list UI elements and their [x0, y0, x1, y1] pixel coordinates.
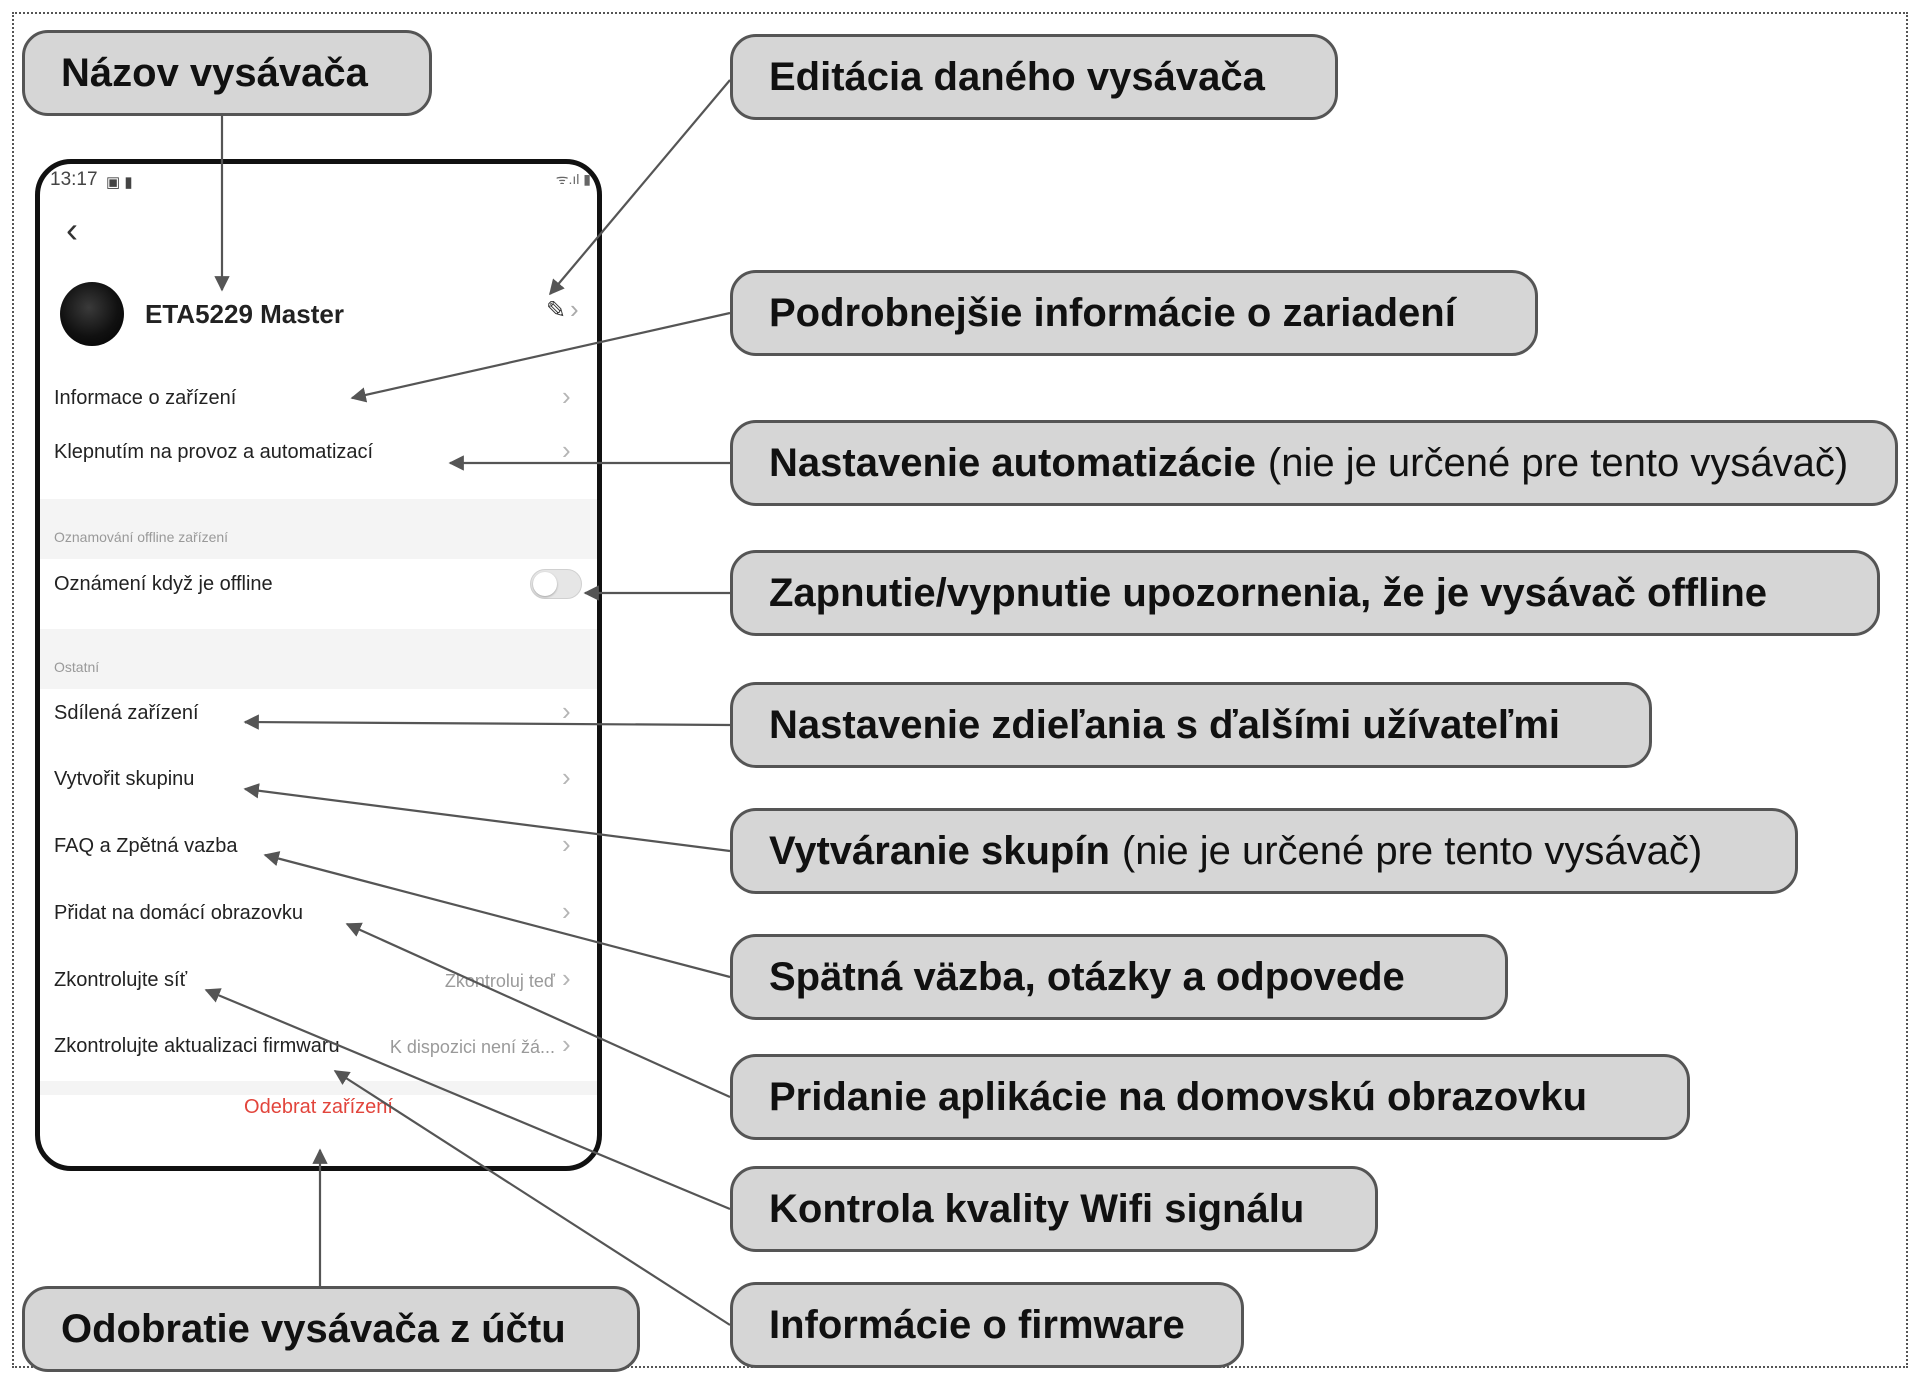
edit-pencil-icon[interactable]: ✎: [546, 296, 566, 325]
chevron-right-icon[interactable]: ›: [570, 294, 579, 325]
callout-automation: Nastavenie automatizácie (nie je určené p…: [730, 420, 1898, 506]
row-label: FAQ a Zpětná vazba: [54, 835, 238, 857]
offline-toggle[interactable]: [530, 569, 582, 599]
row-faq[interactable]: FAQ a Zpětná vazba ›: [40, 815, 597, 881]
chevron-right-icon: ›: [562, 762, 571, 792]
callout-homescreen: Pridanie aplikácie na domovskú obrazovku: [730, 1054, 1690, 1140]
remove-device-button[interactable]: Odebrat zařízení: [40, 1096, 597, 1119]
chevron-right-icon: ›: [562, 1029, 571, 1059]
row-label: Zkontrolujte aktualizaci firmwaru: [54, 1035, 340, 1057]
toggle-knob: [533, 572, 557, 596]
row-label: Zkontrolujte síť: [54, 969, 188, 991]
section-caption: Oznamování offline zařízení: [54, 529, 229, 545]
callout-text: Kontrola kvality Wifi signálu: [769, 1186, 1305, 1231]
device-name: ETA5229 Master: [145, 299, 344, 329]
phone-screenshot: 13:17 ▣ ▮ ᯤ.ıl ▮ ‹ ETA5229 Master ✎ › In…: [35, 159, 602, 1171]
callout-edit: Editácia daného vysávača: [730, 34, 1338, 120]
callout-text: Vytváranie skupín: [769, 828, 1110, 873]
callout-wifi: Kontrola kvality Wifi signálu: [730, 1166, 1378, 1252]
row-automation[interactable]: Klepnutím na provoz a automatizací ›: [40, 421, 597, 487]
chevron-right-icon: ›: [562, 829, 571, 859]
row-label: Klepnutím na provoz a automatizací: [54, 441, 374, 463]
row-label: Oznámení když je offline: [54, 573, 273, 595]
chevron-right-icon: ›: [562, 435, 571, 465]
callout-text: Spätná väzba, otázky a odpovede: [769, 954, 1405, 999]
callout-text: Zapnutie/vypnutie upozornenia, že je vys…: [769, 570, 1768, 615]
callout-text: Odobratie vysávača z účtu: [61, 1306, 566, 1351]
row-home-screen[interactable]: Přidat na domácí obrazovku ›: [40, 882, 597, 948]
callout-groups: Vytváranie skupín (nie je určené pre tent…: [730, 808, 1798, 894]
callout-feedback: Spätná väzba, otázky a odpovede: [730, 934, 1508, 1020]
row-label: Přidat na domácí obrazovku: [54, 902, 304, 924]
divider-band: [40, 1081, 597, 1095]
chevron-right-icon: ›: [562, 696, 571, 726]
row-value: K dispozici není žá...: [389, 1037, 555, 1057]
callout-text: Nastavenie automatizácie: [769, 440, 1256, 485]
callout-text: Informácie o firmware: [769, 1302, 1185, 1347]
status-icons: ▣ ▮: [106, 174, 133, 191]
callout-text: Nastavenie zdieľania s ďalšími užívateľm…: [769, 702, 1561, 747]
section-offline-band: Oznamování offline zařízení: [40, 499, 597, 559]
row-create-group[interactable]: Vytvořit skupinu ›: [40, 748, 597, 814]
callout-text: Podrobnejšie informácie o zariadení: [769, 290, 1456, 335]
chevron-right-icon: ›: [562, 896, 571, 926]
callout-note: (nie je určené pre tento vysávač): [1121, 828, 1703, 873]
callout-text: Editácia daného vysávača: [769, 54, 1265, 99]
device-avatar: [60, 282, 124, 346]
section-other-band: Ostatní: [40, 629, 597, 689]
callout-firmware: Informácie o firmware: [730, 1282, 1244, 1368]
row-check-network[interactable]: Zkontrolujte síť Zkontroluj teď ›: [40, 949, 597, 1015]
back-chevron-icon[interactable]: ‹: [66, 210, 78, 250]
callout-remove: Odobratie vysávača z účtu: [22, 1286, 640, 1372]
callout-text: Názov vysávača: [61, 50, 368, 95]
chevron-right-icon: ›: [562, 381, 571, 411]
row-shared-devices[interactable]: Sdílená zařízení ›: [40, 682, 597, 748]
row-value: Zkontroluj teď: [444, 971, 555, 991]
row-label: Informace o zařízení: [54, 387, 237, 409]
callout-note: (nie je určené pre tento vysávač): [1267, 440, 1849, 485]
row-label: Sdílená zařízení: [54, 702, 199, 724]
callout-device-details: Podrobnejšie informácie o zariadení: [730, 270, 1538, 356]
section-caption: Ostatní: [54, 659, 100, 675]
callout-sharing: Nastavenie zdieľania s ďalšími užívateľm…: [730, 682, 1652, 768]
status-time: 13:17: [50, 169, 98, 190]
callout-device-name: Názov vysávača: [22, 30, 432, 116]
signal-battery-icon: ᯤ.ıl ▮: [555, 171, 591, 187]
row-label: Vytvořit skupinu: [54, 768, 195, 790]
row-firmware[interactable]: Zkontrolujte aktualizaci firmwaru K disp…: [40, 1015, 597, 1081]
row-offline-notify[interactable]: Oznámení když je offline: [40, 553, 597, 619]
chevron-right-icon: ›: [562, 963, 571, 993]
callout-text: Pridanie aplikácie na domovskú obrazovku: [769, 1074, 1588, 1119]
callout-offline: Zapnutie/vypnutie upozornenia, že je vys…: [730, 550, 1880, 636]
